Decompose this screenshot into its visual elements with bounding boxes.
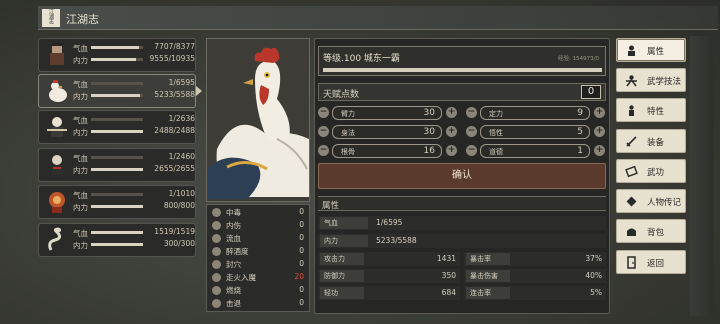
bag-icon [627,228,636,236]
hp-bar [91,156,143,159]
party-member-5[interactable]: 气血 1/1010 内力 800/800 [38,185,196,219]
menu-bag[interactable]: 背包 [616,219,686,243]
status-row: 击退 0 [210,298,308,310]
seal-icon [212,260,221,269]
minus-button[interactable]: − [466,107,477,118]
xp-bar [323,68,602,72]
vital-row: 气血 1/6595 [318,216,606,230]
stat-defense: 防御力 350 [318,269,460,283]
mp-bar [91,130,143,133]
heart-icon [212,221,221,230]
rooster-portrait [207,39,309,201]
lion-avatar [49,192,65,213]
hp-bar [91,231,143,234]
person-icon [628,45,635,56]
party-member-4[interactable]: 气血 1/2460 内力 2655/2655 [38,148,196,182]
vital-row: 内力 5233/5588 [318,234,606,248]
fighter-avatar [51,155,63,175]
party-member-6[interactable]: 气血 1519/1519 内力 300/300 [38,223,196,257]
menu-kungfu[interactable]: 武功 [616,159,686,183]
fire-icon [212,286,221,295]
hp-bar [91,46,143,49]
minus-button[interactable]: − [318,145,329,156]
hp-bar [91,193,143,196]
title-bar: 江湖志 江湖志 [38,6,718,30]
minus-button[interactable]: − [318,126,329,137]
hp-bar [91,82,143,85]
mp-bar [91,168,143,171]
book-icon: 江湖志 [42,9,60,27]
selection-arrow-icon [196,86,202,96]
status-panel: 中毒 0 内伤 0 流血 0 醉酒度 0 封穴 0 走火入魔 20 燃烧 0 击退 0 [206,204,310,312]
party-member-3[interactable]: 气血 1/2636 内力 2488/2488 [38,110,196,144]
stat-attack: 攻击力 1431 [318,252,460,266]
menu-biography[interactable]: 人物传记 [616,189,686,213]
minus-button[interactable]: − [466,145,477,156]
stat-crit-rate: 暴击率 37% [464,252,606,266]
plus-button[interactable]: + [594,126,605,137]
blood-icon [212,234,221,243]
poison-icon [212,208,221,217]
menu-attributes[interactable]: 属性 [616,38,686,62]
knockback-icon [212,299,221,308]
wine-icon [212,247,221,256]
stat-lightness: 轻功 684 [318,286,460,300]
character-screen: { "header": {"title": "江湖志", "book_glyph… [0,0,720,324]
rooster-avatar [49,80,67,102]
party-member-2[interactable]: 气血 1/6595 内力 5233/5588 [38,74,196,108]
mp-bar [91,205,143,208]
talent-points-value: 0 [581,85,601,99]
properties-header: 属性 [318,196,606,211]
mp-bar [91,243,143,246]
scroll-edge [690,36,714,316]
plus-button[interactable]: + [446,126,457,137]
mp-bar [91,94,143,97]
scroll-icon [625,165,638,178]
status-row: 封穴 0 [210,259,308,271]
serpent-avatar [48,227,62,251]
status-row: 燃烧 0 [210,285,308,297]
xp-text: 经验: 154973/0 [558,56,599,62]
status-row: 中毒 0 [210,207,308,219]
trait-icon [629,105,634,116]
biography-icon [626,196,637,207]
menu-martial-skills[interactable]: 武学技法 [616,68,686,92]
status-row: 流血 0 [210,233,308,245]
door-icon [627,256,636,269]
hp-bar [91,118,143,121]
monk-avatar [47,117,67,137]
status-row: 走火入魔 20 [210,272,308,284]
spiral-icon [212,273,221,282]
stat-crit-damage: 暴击伤害 40% [464,269,606,283]
sword-icon [626,136,637,147]
plus-button[interactable]: + [446,145,457,156]
menu-equipment[interactable]: 装备 [616,129,686,153]
rank-title: 等级.100 城东一霸 [323,54,400,64]
rank-bar: 等级.100 城东一霸 经验: 154973/0 [318,46,606,76]
plus-button[interactable]: + [594,145,605,156]
mp-bar [91,58,143,61]
plus-button[interactable]: + [594,107,605,118]
martial-icon [626,75,637,87]
status-row: 内伤 0 [210,220,308,232]
page-title: 江湖志 [66,13,99,26]
menu-return[interactable]: 返回 [616,250,686,274]
minus-button[interactable]: − [466,126,477,137]
plus-button[interactable]: + [446,107,457,118]
warrior-avatar [50,43,64,65]
stat-combo-rate: 连击率 5% [464,286,606,300]
confirm-button[interactable]: 确认 [318,163,606,189]
talent-points: 天赋点数 0 [318,83,606,101]
menu-traits[interactable]: 特性 [616,98,686,122]
party-member-1[interactable]: 气血 7707/8377 内力 9555/10935 [38,38,196,72]
status-row: 醉酒度 0 [210,246,308,258]
character-portrait [206,38,310,202]
minus-button[interactable]: − [318,107,329,118]
